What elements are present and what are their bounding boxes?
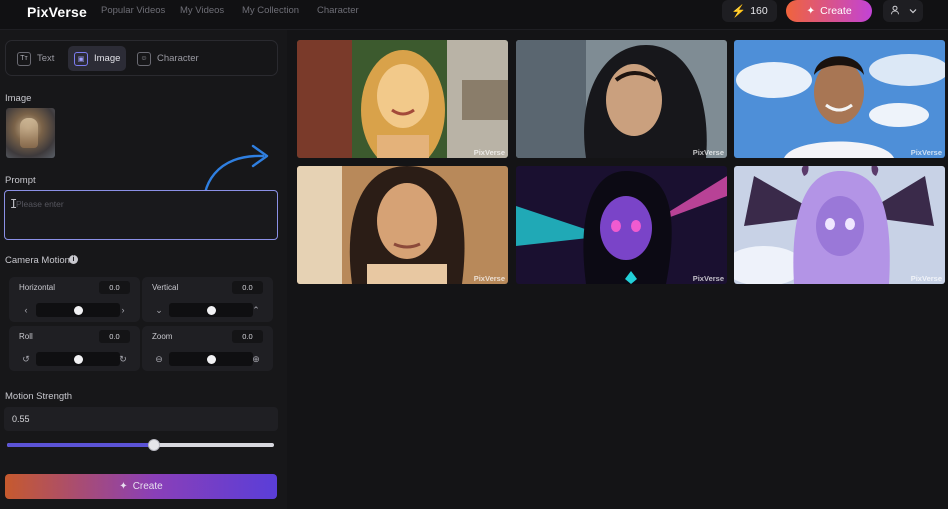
motion-strength-label: Motion Strength — [5, 391, 73, 402]
camera-zoom-value[interactable]: 0.0 — [232, 330, 263, 343]
create-button[interactable]: ✦ Create — [5, 474, 277, 499]
arrow-left-icon[interactable]: ‹ — [19, 303, 33, 317]
camera-vertical-label: Vertical — [152, 283, 179, 292]
camera-horizontal-label: Horizontal — [19, 283, 56, 292]
motion-strength-slider[interactable] — [7, 443, 274, 447]
gallery-card-lavender-anime[interactable]: PixVerse — [734, 166, 945, 284]
camera-horizontal: Horizontal 0.0 ‹ › — [9, 277, 140, 322]
prompt-input[interactable]: I Please enter — [4, 190, 278, 240]
top-bar: PixVerse Popular Videos My Videos My Col… — [0, 0, 948, 30]
gallery-card-freckled-girl[interactable]: PixVerse — [297, 166, 508, 284]
credits-count: 160 — [750, 5, 768, 17]
camera-roll-value[interactable]: 0.0 — [99, 330, 130, 343]
sparkle-icon: ✦ — [119, 481, 128, 492]
nav-popular-videos[interactable]: Popular Videos — [101, 5, 165, 16]
nav-my-collection[interactable]: My Collection — [242, 5, 299, 16]
camera-roll-label: Roll — [19, 332, 33, 341]
credits-badge[interactable]: ⚡ 160 — [722, 0, 777, 22]
motion-strength-knob[interactable] — [147, 439, 160, 451]
create-button-top[interactable]: ✦ Create — [786, 0, 872, 22]
tab-image[interactable]: ▣ Image — [68, 46, 127, 71]
camera-roll-knob[interactable] — [73, 355, 83, 364]
image-label: Image — [5, 93, 32, 104]
camera-vertical-knob[interactable] — [206, 306, 216, 315]
purple-anime-thumbnail — [516, 166, 727, 284]
pixverse-watermark: PixVerse — [692, 274, 724, 283]
blonde-girl-thumbnail — [297, 40, 508, 158]
sparkle-icon: ✦ — [806, 5, 816, 17]
arrow-up-icon[interactable]: ⌃ — [249, 303, 263, 317]
info-icon[interactable]: i — [69, 255, 78, 264]
camera-zoom: Zoom 0.0 ⊖ ⊕ — [142, 326, 273, 371]
arrow-down-icon[interactable]: ⌄ — [152, 303, 166, 317]
nav-my-videos[interactable]: My Videos — [180, 5, 224, 16]
create-label: Create — [820, 5, 852, 17]
tab-character[interactable]: ☺ Character — [131, 46, 205, 71]
camera-zoom-knob[interactable] — [206, 355, 216, 364]
uploaded-image-thumbnail[interactable] — [6, 108, 55, 158]
gallery-card-blonde-girl[interactable]: PixVerse — [297, 40, 508, 158]
user-icon — [890, 5, 900, 17]
chevron-down-icon — [909, 6, 917, 16]
camera-motion-label: Camera Motion — [5, 255, 70, 266]
pixverse-watermark: PixVerse — [692, 148, 724, 157]
motion-strength-input[interactable]: 0.55 — [4, 407, 278, 431]
smiling-man-thumbnail — [734, 40, 945, 158]
camera-vertical-value[interactable]: 0.0 — [232, 281, 263, 294]
pixverse-watermark: PixVerse — [910, 274, 942, 283]
generation-panel: Tт Text ▣ Image ☺ Character Image Prompt… — [0, 30, 287, 509]
prompt-placeholder: Please enter — [16, 199, 64, 209]
gallery-card-woman-hijab[interactable]: PixVerse — [516, 40, 727, 158]
zoom-out-icon[interactable]: ⊖ — [152, 352, 166, 366]
camera-horizontal-value[interactable]: 0.0 — [99, 281, 130, 294]
arrow-right-icon[interactable]: › — [116, 303, 130, 317]
camera-vertical: Vertical 0.0 ⌄ ⌃ — [142, 277, 273, 322]
camera-roll: Roll 0.0 ↺ ↻ — [9, 326, 140, 371]
tab-image-label: Image — [94, 53, 121, 64]
tab-text[interactable]: Tт Text — [11, 46, 60, 71]
bolt-icon: ⚡ — [731, 4, 747, 18]
camera-zoom-label: Zoom — [152, 332, 173, 341]
rotate-right-icon[interactable]: ↻ — [116, 352, 130, 366]
pixverse-watermark: PixVerse — [910, 148, 942, 157]
character-icon: ☺ — [137, 51, 151, 66]
create-button-label: Create — [132, 481, 163, 492]
gallery-card-smiling-man[interactable]: PixVerse — [734, 40, 945, 158]
image-icon: ▣ — [74, 51, 88, 66]
nav-character[interactable]: Character — [317, 5, 359, 16]
pixverse-watermark: PixVerse — [473, 148, 505, 157]
text-icon: Tт — [17, 51, 31, 66]
prompt-label: Prompt — [5, 175, 36, 186]
woman-hijab-thumbnail — [516, 40, 727, 158]
mode-tabs: Tт Text ▣ Image ☺ Character — [5, 40, 278, 76]
pixverse-logo[interactable]: PixVerse — [27, 4, 87, 20]
rotate-left-icon[interactable]: ↺ — [19, 352, 33, 366]
motion-strength-fill — [7, 443, 154, 447]
freckled-girl-thumbnail — [297, 166, 508, 284]
user-menu-button[interactable] — [883, 0, 923, 22]
tab-text-label: Text — [37, 53, 55, 64]
camera-horizontal-knob[interactable] — [73, 306, 83, 315]
lavender-anime-thumbnail — [734, 166, 945, 284]
tab-character-label: Character — [157, 53, 199, 64]
gallery-card-purple-anime[interactable]: PixVerse — [516, 166, 727, 284]
zoom-in-icon[interactable]: ⊕ — [249, 352, 263, 366]
pixverse-watermark: PixVerse — [473, 274, 505, 283]
